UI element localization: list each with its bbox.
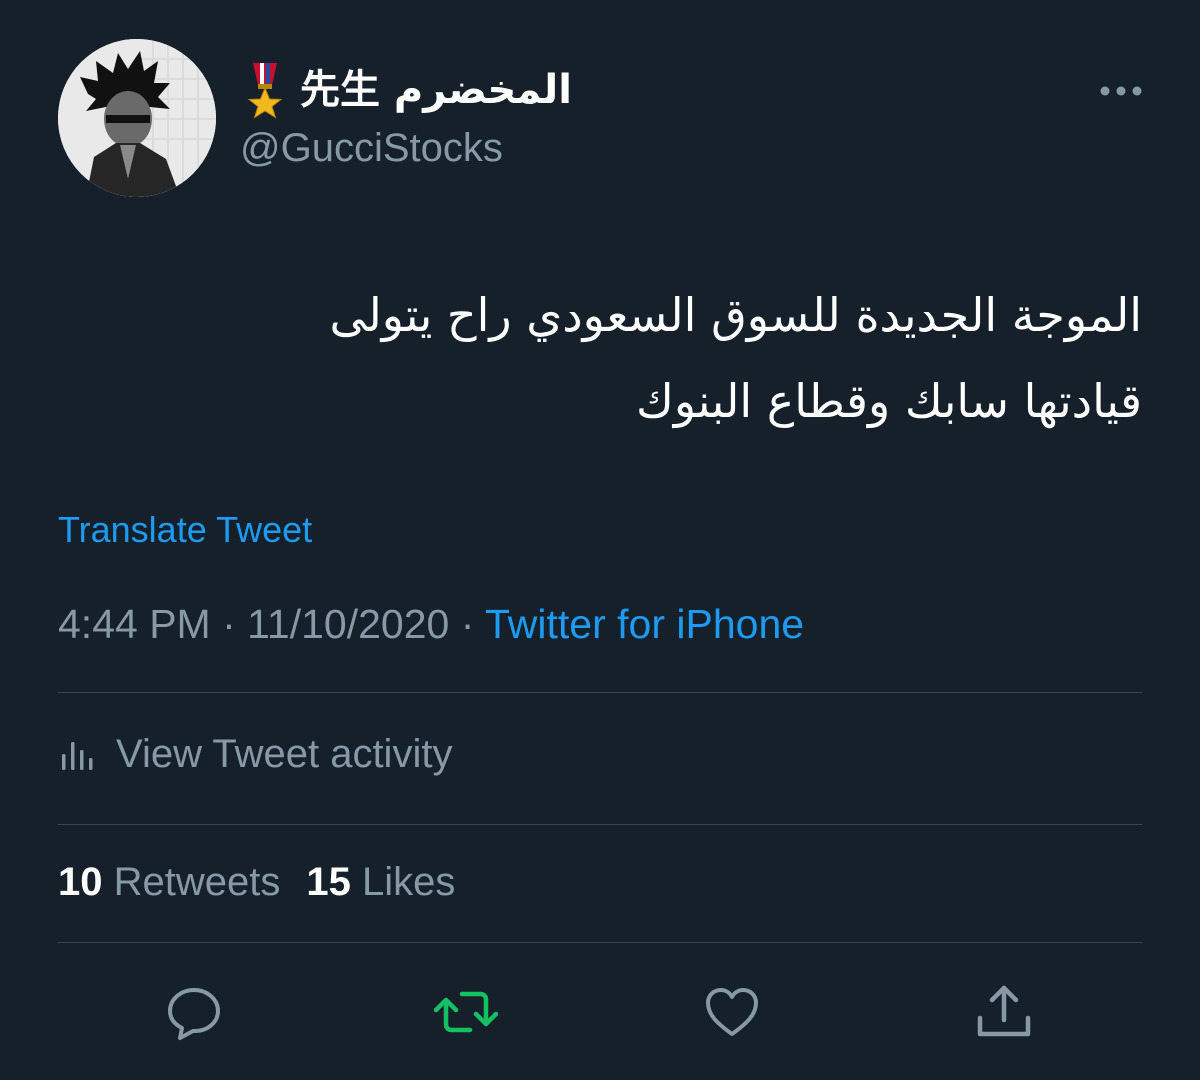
translate-tweet-link[interactable]: Translate Tweet	[58, 508, 312, 551]
reply-button[interactable]	[162, 980, 226, 1044]
tweet-detail-view: المخضرم 先生 @GucciStocks الموجة الجديدة ل…	[0, 0, 1200, 1080]
tweet-text-line: قيادتها سابك وقطاع البنوك	[635, 374, 1142, 428]
retweets-stat[interactable]: 10 Retweets	[58, 860, 280, 904]
retweets-label: Retweets	[113, 860, 281, 904]
avatar-photo	[58, 39, 216, 197]
like-button[interactable]	[700, 980, 764, 1044]
display-name: المخضرم 先生	[300, 67, 572, 113]
view-tweet-activity-label: View Tweet activity	[116, 731, 453, 776]
tweet-text-line: الموجة الجديدة للسوق السعودي راح يتولى	[329, 288, 1142, 342]
view-tweet-activity-button[interactable]: View Tweet activity	[58, 722, 452, 786]
user-handle[interactable]: @GucciStocks	[240, 126, 503, 170]
tweet-text: الموجة الجديدة للسوق السعودي راح يتولى ق…	[52, 272, 1142, 444]
share-button[interactable]	[972, 980, 1036, 1044]
retweets-count: 10	[58, 860, 103, 904]
retweet-arrows-icon	[434, 991, 498, 1033]
avatar[interactable]	[58, 39, 216, 197]
tweet-action-bar	[0, 980, 1200, 1044]
more-options-icon[interactable]	[1092, 74, 1150, 108]
tweet-stats: 10 Retweets 15 Likes	[58, 858, 455, 906]
divider	[58, 824, 1142, 825]
tweet-time[interactable]: 4:44 PM	[58, 601, 211, 647]
display-name-row[interactable]: المخضرم 先生	[236, 58, 572, 122]
share-upload-icon	[977, 985, 1031, 1037]
meta-separator: ·	[210, 601, 248, 647]
meta-separator: ·	[449, 601, 486, 647]
tweet-date[interactable]: 11/10/2020	[247, 601, 449, 647]
military-medal-icon	[247, 63, 283, 119]
divider	[58, 942, 1142, 943]
speech-bubble-icon	[168, 988, 220, 1040]
divider	[58, 692, 1142, 693]
likes-count: 15	[306, 860, 351, 904]
heart-icon	[706, 988, 758, 1036]
bar-chart-icon	[62, 742, 93, 770]
tweet-source-link[interactable]: Twitter for iPhone	[485, 601, 804, 647]
likes-stat[interactable]: 15 Likes	[306, 860, 455, 904]
likes-label: Likes	[362, 860, 456, 904]
tweet-metadata: 4:44 PM · 11/10/2020 · Twitter for iPhon…	[58, 600, 804, 649]
retweet-button[interactable]	[434, 980, 498, 1044]
